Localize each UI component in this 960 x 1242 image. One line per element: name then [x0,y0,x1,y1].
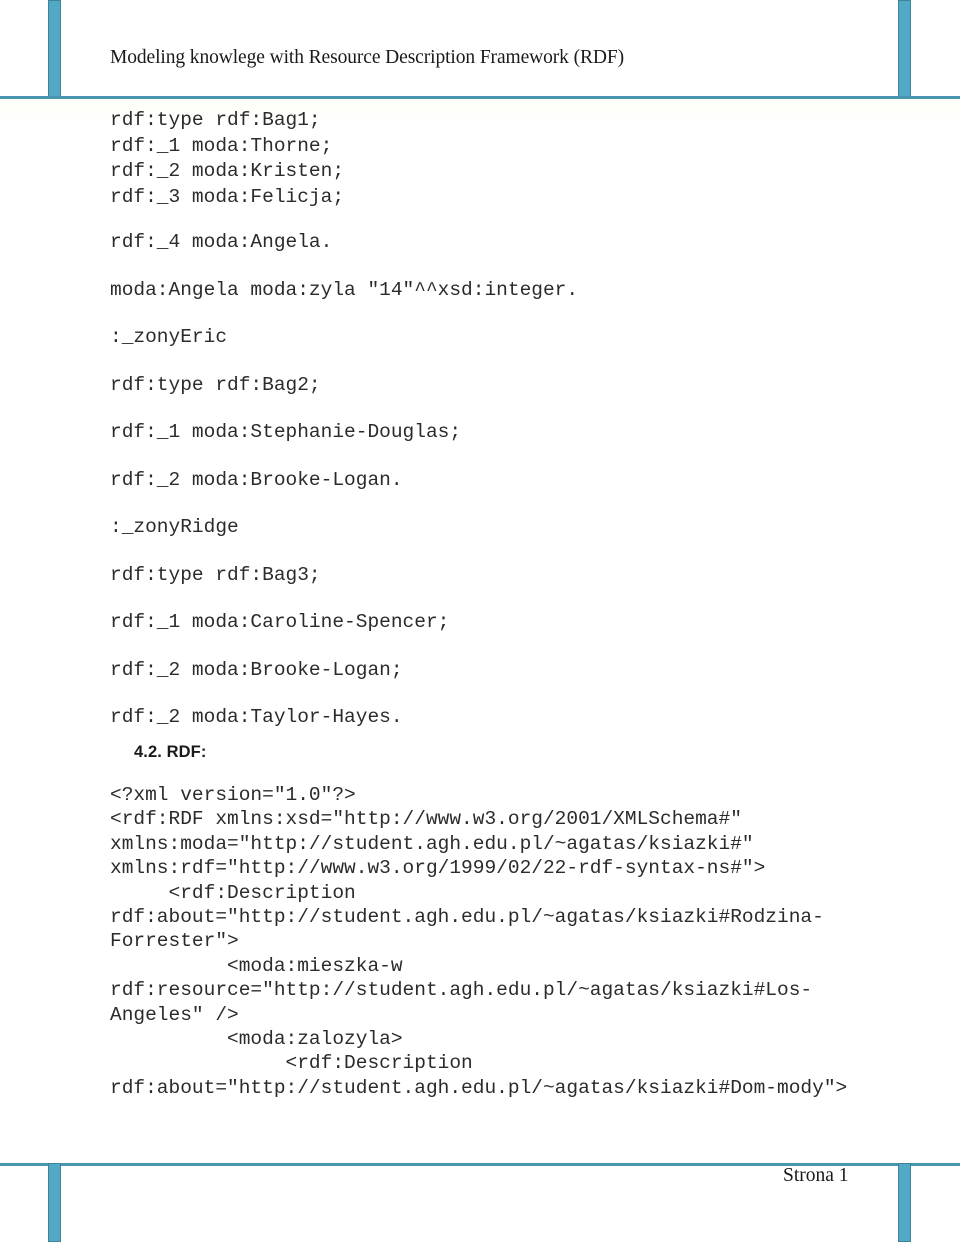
code-line: rdf:_3 moda:Felicja; [110,185,345,208]
header-accent-bar-right [898,0,911,98]
page-title: Modeling knowlege with Resource Descript… [110,47,625,68]
code-line: rdf:resource="http://student.agh.edu.pl/… [110,979,813,1002]
rdf-xml-code-block: <?xml version="1.0"?> <rdf:RDF xmlns:xsd=… [110,783,847,1100]
footer-accent-bar-left [48,1163,61,1242]
code-line: :_zonyRidge [110,516,239,538]
section-heading-4-2: 4.2. RDF: [134,743,207,761]
code-line: Forrester"> [110,930,239,953]
code-line: rdf:about="http://student.agh.edu.pl/~ag… [110,1076,848,1099]
code-line: rdf:type rdf:Bag2; [110,373,321,396]
code-line: <moda:zalozyla> [110,1028,403,1051]
code-line: <rdf:RDF xmlns:xsd="http://www.w3.org/20… [110,808,742,831]
code-line: rdf:type rdf:Bag1; [110,109,321,131]
code-line: xmlns:moda="http://student.agh.edu.pl/~a… [110,832,754,855]
turtle-code-block-loose: rdf:_4 moda:Angela. moda:Angela moda:zyla… [110,219,578,742]
code-line: rdf:_4 moda:Angela. [110,231,333,253]
code-line: moda:Angela moda:zyla "14"^^xsd:integer. [110,278,579,301]
page-body: rdf:type rdf:Bag1; rdf:_1 moda:Thorne; rdf… [0,99,960,1159]
footer-accent-bar-right [898,1163,911,1242]
page-header: Modeling knowlege with Resource Descript… [0,0,960,99]
code-line: :_zonyEric [110,326,228,348]
code-line: <rdf:Description [110,881,356,904]
page-footer: Strona 1 [0,1159,960,1242]
turtle-code-block-tight: rdf:type rdf:Bag1; rdf:_1 moda:Thorne; rdf… [110,108,344,210]
code-line: rdf:type rdf:Bag3; [110,563,321,586]
header-accent-bar-left [48,0,61,98]
code-line: rdf:_2 moda:Brooke-Logan. [110,468,403,491]
code-line: <rdf:Description [110,1052,473,1075]
code-line: rdf:_2 moda:Kristen; [110,160,345,182]
code-line: rdf:_1 moda:Caroline-Spencer; [110,611,450,633]
code-line: Angeles" /> [110,1003,239,1026]
code-line: rdf:_1 moda:Stephanie-Douglas; [110,421,462,443]
code-line: <moda:mieszka-w [110,954,403,977]
code-line: rdf:_2 moda:Taylor-Hayes. [110,706,403,728]
code-line: <?xml version="1.0"?> [110,784,356,806]
page-number-label: Strona 1 [783,1165,849,1186]
code-line: rdf:about="http://student.agh.edu.pl/~ag… [110,906,824,929]
code-line: rdf:_2 moda:Brooke-Logan; [110,658,403,681]
code-line: rdf:_1 moda:Thorne; [110,134,333,157]
code-line: xmlns:rdf="http://www.w3.org/1999/02/22-… [110,857,766,880]
